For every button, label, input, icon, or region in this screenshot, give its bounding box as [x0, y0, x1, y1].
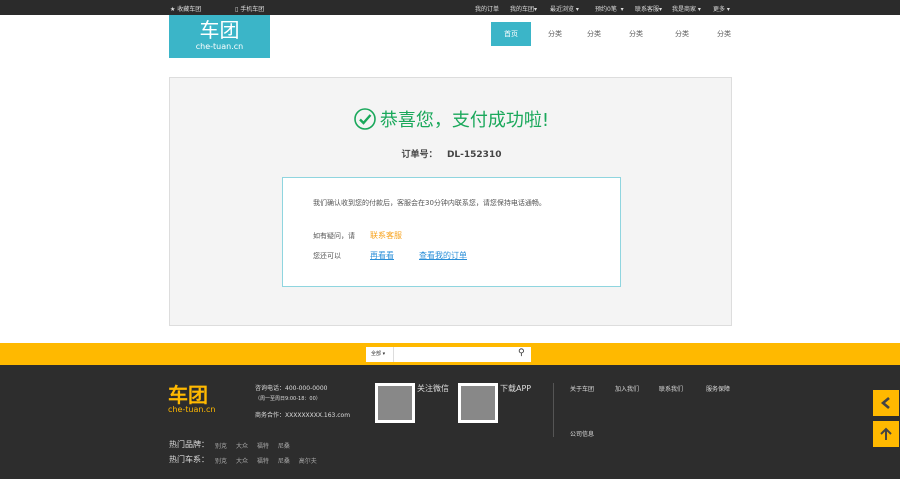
app-qr	[458, 383, 498, 423]
service-link[interactable]: 联系客服▾	[635, 4, 662, 13]
brand-link: 大众	[235, 443, 248, 450]
logo[interactable]: 车团 che-tuan.cn	[169, 15, 270, 58]
my-chetuan-link[interactable]: 我的车团▾	[510, 4, 537, 13]
order-value: DL-152310	[446, 150, 502, 160]
brand-link: 福特	[256, 443, 269, 450]
success-title: 恭喜您，支付成功啦!	[170, 108, 733, 133]
footer: 车团 che-tuan.cn 咨询电话：400-000-0000 （周一至周日9…	[0, 365, 900, 479]
favorite-link[interactable]: ★ 收藏车团	[170, 4, 201, 13]
footer-logo: 车团	[168, 383, 208, 407]
logo-domain: che-tuan.cn	[195, 42, 244, 51]
series-link: 高尔夫	[298, 458, 317, 465]
footer-phone: 咨询电话：400-000-0000	[255, 385, 328, 392]
nav-category[interactable]: 分类	[704, 22, 744, 46]
search-input[interactable]	[395, 347, 515, 362]
info-box: 我们确认收到您的付款后，客服会在30分钟内联系您，请您保持电话通畅。 如有疑问，…	[282, 177, 621, 287]
wechat-qr	[375, 383, 415, 423]
series-link: 福特	[256, 458, 269, 465]
hot-brands-label: 热门品牌：	[169, 440, 209, 449]
series-link: 大众	[235, 458, 248, 465]
back-button[interactable]	[873, 390, 899, 416]
footer-hours: （周一至周日9:00-18：00）	[255, 396, 321, 402]
confirm-message: 我们确认收到您的付款后，客服会在30分钟内联系您，请您保持电话通畅。	[313, 199, 546, 207]
footer-link-company[interactable]: 公司信息	[570, 429, 594, 438]
wechat-label: 关注微信	[417, 384, 449, 393]
logo-name: 车团	[199, 18, 240, 42]
footer-link-service[interactable]: 服务保障	[706, 384, 730, 393]
category-select[interactable]: 全部 ▾	[366, 347, 394, 362]
favorite-label: 收藏车团	[177, 6, 202, 13]
nav-category[interactable]: 分类	[616, 22, 656, 46]
contact-service-link[interactable]: 联系客服	[370, 230, 402, 241]
search-bar: 全部 ▾ ⚲	[366, 347, 531, 362]
order-number: 订单号： DL-152310	[170, 147, 733, 160]
footer-business: 商务合作：XXXXXXXXX.163.com	[255, 412, 351, 419]
footer-divider	[553, 383, 554, 437]
footer-link-contact[interactable]: 联系我们	[659, 384, 683, 393]
nav-home[interactable]: 首页	[491, 22, 531, 46]
view-orders-link[interactable]: 查看我的订单	[419, 250, 467, 261]
footer-link-about[interactable]: 关于车团	[570, 384, 594, 393]
mobile-link[interactable]: ▯ 手机车团	[235, 4, 264, 13]
search-icon[interactable]: ⚲	[518, 348, 525, 358]
success-panel: 恭喜您，支付成功啦! 订单号： DL-152310 我们确认收到您的付款后，客服…	[169, 77, 732, 326]
footer-domain: che-tuan.cn	[168, 405, 216, 414]
appointments-link[interactable]: 预约0笔 ▾	[595, 4, 624, 13]
more-link[interactable]: 更多 ▾	[713, 4, 730, 13]
hot-series-label: 热门车系：	[169, 455, 209, 464]
my-orders-link[interactable]: 我的订单	[475, 4, 499, 13]
arrow-up-icon	[880, 427, 892, 440]
nav-category[interactable]: 分类	[662, 22, 702, 46]
order-label: 订单号：	[401, 150, 438, 160]
hot-brands[interactable]: 别克 大众 福特 尼桑	[215, 441, 290, 450]
nav-category[interactable]: 分类	[574, 22, 614, 46]
check-circle-icon	[354, 108, 376, 130]
app-label: 下载APP	[500, 384, 532, 393]
brand-link: 尼桑	[277, 443, 290, 450]
back-to-top-button[interactable]	[873, 421, 899, 447]
hot-series[interactable]: 别克 大众 福特 尼桑 高尔夫	[215, 456, 317, 465]
merchant-link[interactable]: 我是商家 ▾	[672, 4, 701, 13]
recent-link[interactable]: 最近浏览 ▾	[550, 4, 579, 13]
mobile-label: 手机车团	[240, 6, 265, 13]
brand-link: 别克	[215, 443, 228, 450]
question-text: 如有疑问，请	[313, 232, 355, 240]
nav-category[interactable]: 分类	[535, 22, 575, 46]
footer-link-join[interactable]: 加入我们	[615, 384, 639, 393]
top-bar: ★ 收藏车团 ▯ 手机车团 我的订单 我的车团▾ 最近浏览 ▾ 预约0笔 ▾ 联…	[0, 0, 900, 15]
also-text: 您还可以	[313, 252, 341, 260]
series-link: 尼桑	[277, 458, 290, 465]
success-title-text: 恭喜您，支付成功啦!	[379, 110, 550, 131]
chevron-left-icon	[880, 397, 890, 409]
series-link: 别克	[215, 458, 228, 465]
browse-again-link[interactable]: 再看看	[370, 250, 394, 261]
